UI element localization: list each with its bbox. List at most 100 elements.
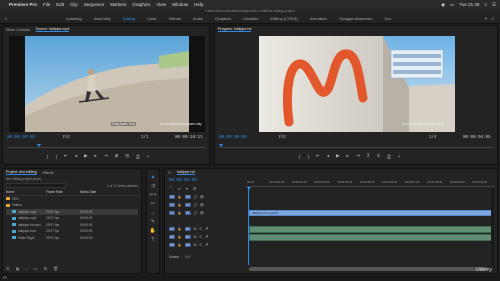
go-to-in-icon[interactable]: ⇤: [64, 153, 68, 159]
menu-list-icon[interactable]: ☰: [492, 2, 496, 8]
col-frame-rate[interactable]: Frame Rate: [46, 190, 80, 194]
workspaces-menu-icon[interactable]: »: [484, 16, 487, 22]
sync-lock-icon[interactable]: ◫: [194, 211, 197, 215]
menu-view[interactable]: View: [156, 2, 166, 7]
workspace-tab[interactable]: Graphics: [209, 16, 237, 21]
wifi-icon[interactable]: ◉: [441, 2, 445, 8]
video-clip[interactable]: halfpipe.hd.mp4 [V]: [249, 210, 493, 216]
tab-effect-controls[interactable]: Effect Controls: [6, 28, 30, 32]
track-target[interactable]: A1: [184, 227, 191, 231]
trash-icon[interactable]: 🗑: [53, 266, 58, 271]
go-to-out-icon[interactable]: ⇥: [104, 153, 108, 159]
lock-icon[interactable]: 🔒: [178, 203, 182, 207]
timeline-scroll-thumb[interactable]: [249, 267, 487, 271]
mark-out-icon[interactable]: }: [308, 154, 310, 159]
workspace-tab[interactable]: Предустановлено: [333, 16, 378, 21]
workspace-tab[interactable]: Effects: [163, 16, 187, 21]
type-icon[interactable]: T: [148, 236, 158, 244]
workspace-tab[interactable]: Animation: [304, 16, 334, 21]
mute-button[interactable]: M: [194, 243, 197, 247]
close-icon[interactable]: ✕: [168, 171, 171, 175]
menu-help[interactable]: Help: [194, 2, 203, 7]
play-icon[interactable]: ▶: [336, 153, 339, 159]
eye-icon[interactable]: 👁: [200, 203, 204, 207]
selection-tool-icon[interactable]: ▲: [148, 173, 158, 181]
menu-edit[interactable]: Edit: [56, 2, 64, 7]
ripple-edit-icon[interactable]: ⟺: [148, 191, 158, 199]
play-icon[interactable]: ▶: [84, 153, 87, 159]
linked-selection-icon[interactable]: ∞: [178, 186, 181, 192]
source-fit-select[interactable]: Fit: [63, 136, 71, 140]
track-target[interactable]: V1: [184, 211, 191, 215]
program-ruler[interactable]: [219, 144, 495, 148]
mark-out-icon[interactable]: }: [56, 154, 58, 159]
lift-icon[interactable]: ⊼: [367, 153, 370, 159]
track-target[interactable]: V3: [184, 195, 191, 199]
export-frame-icon[interactable]: ⎙: [136, 154, 140, 159]
lock-icon[interactable]: 🔒: [178, 235, 182, 239]
audio-clip-a2[interactable]: [249, 234, 493, 241]
source-scale-select[interactable]: 1/1: [141, 136, 149, 140]
lock-icon[interactable]: 🔒: [178, 227, 182, 231]
timeline-scrollbar[interactable]: [249, 267, 489, 271]
workspace-tab[interactable]: Audio: [187, 16, 209, 21]
clock[interactable]: Tue 21:48: [459, 2, 479, 7]
track-select-icon[interactable]: ⇉: [148, 182, 158, 190]
drag-audio-label[interactable]: Drag Audio Only: [111, 122, 137, 126]
solo-button[interactable]: S: [199, 227, 201, 231]
solo-button[interactable]: S: [199, 243, 201, 247]
app-name[interactable]: Premiere Pro: [9, 2, 37, 7]
wrench-icon[interactable]: ⚙: [193, 186, 197, 192]
workspace-tab[interactable]: Хоз: [378, 16, 397, 21]
lock-icon[interactable]: 🔒: [178, 211, 182, 215]
source-timecode-in[interactable]: 00:00:00:00: [7, 136, 35, 140]
step-forward-icon[interactable]: ▸: [95, 153, 97, 159]
lock-icon[interactable]: 🔒: [178, 243, 182, 247]
mute-button[interactable]: M: [194, 235, 197, 239]
add-icon[interactable]: +: [398, 154, 401, 159]
eye-icon[interactable]: 👁: [200, 195, 204, 199]
razor-icon[interactable]: ✂: [148, 200, 158, 208]
workspace-tab[interactable]: Color: [141, 16, 163, 21]
new-bin-icon[interactable]: ▭: [34, 266, 38, 271]
export-frame-icon[interactable]: ⎙: [387, 154, 391, 159]
ps-icon[interactable]: Pr: [3, 275, 7, 280]
master-volume[interactable]: 0.0: [185, 255, 190, 259]
step-forward-icon[interactable]: ▸: [347, 153, 349, 159]
track-target[interactable]: V2: [184, 203, 191, 207]
mic-icon[interactable]: 🎤: [205, 243, 209, 247]
workspace-tab[interactable]: Learning: [60, 16, 88, 21]
source-patch[interactable]: A1: [169, 227, 175, 231]
source-patch[interactable]: A3: [169, 243, 175, 247]
col-name[interactable]: Name: [6, 190, 46, 194]
program-timecode-in[interactable]: 00:00:00:00: [219, 136, 247, 140]
sync-lock-icon[interactable]: ◫: [194, 203, 197, 207]
menu-file[interactable]: File: [43, 2, 50, 7]
col-media-start[interactable]: Media Start: [80, 190, 110, 194]
pen-icon[interactable]: ✎: [148, 218, 158, 226]
battery-icon[interactable]: ▭: [450, 2, 454, 8]
source-patch[interactable]: V1: [169, 211, 175, 215]
timeline-timecode[interactable]: 00:00:00:00: [169, 179, 197, 183]
program-playhead[interactable]: [219, 144, 223, 147]
lock-icon[interactable]: 🔒: [178, 195, 182, 199]
tab-project[interactable]: Project: test editing: [6, 170, 37, 175]
mark-in-icon[interactable]: {: [299, 154, 301, 159]
mute-button[interactable]: M: [194, 227, 197, 231]
program-fit-select[interactable]: Fit: [279, 136, 287, 140]
eye-icon[interactable]: 👁: [200, 211, 204, 215]
hand-icon[interactable]: ✋: [148, 227, 158, 235]
source-viewer[interactable]: Drag Audio Only for educational purposes…: [9, 36, 205, 132]
program-scale-select[interactable]: 1/4: [429, 136, 437, 140]
search-icon[interactable]: ⌕: [491, 16, 494, 22]
mic-icon[interactable]: 🎤: [205, 235, 209, 239]
icon-view-icon[interactable]: ▦: [16, 266, 20, 271]
sync-lock-icon[interactable]: ◫: [194, 195, 197, 199]
track-target[interactable]: A3: [184, 243, 191, 247]
workspace-tab[interactable]: Editing (CS5.5): [264, 16, 303, 21]
new-item-icon[interactable]: ⊞: [44, 266, 47, 271]
source-patch[interactable]: A2: [169, 235, 175, 239]
home-icon[interactable]: ⌂: [0, 16, 12, 22]
snap-icon[interactable]: ⌒: [169, 186, 173, 192]
menu-clip[interactable]: Clip: [70, 2, 78, 7]
